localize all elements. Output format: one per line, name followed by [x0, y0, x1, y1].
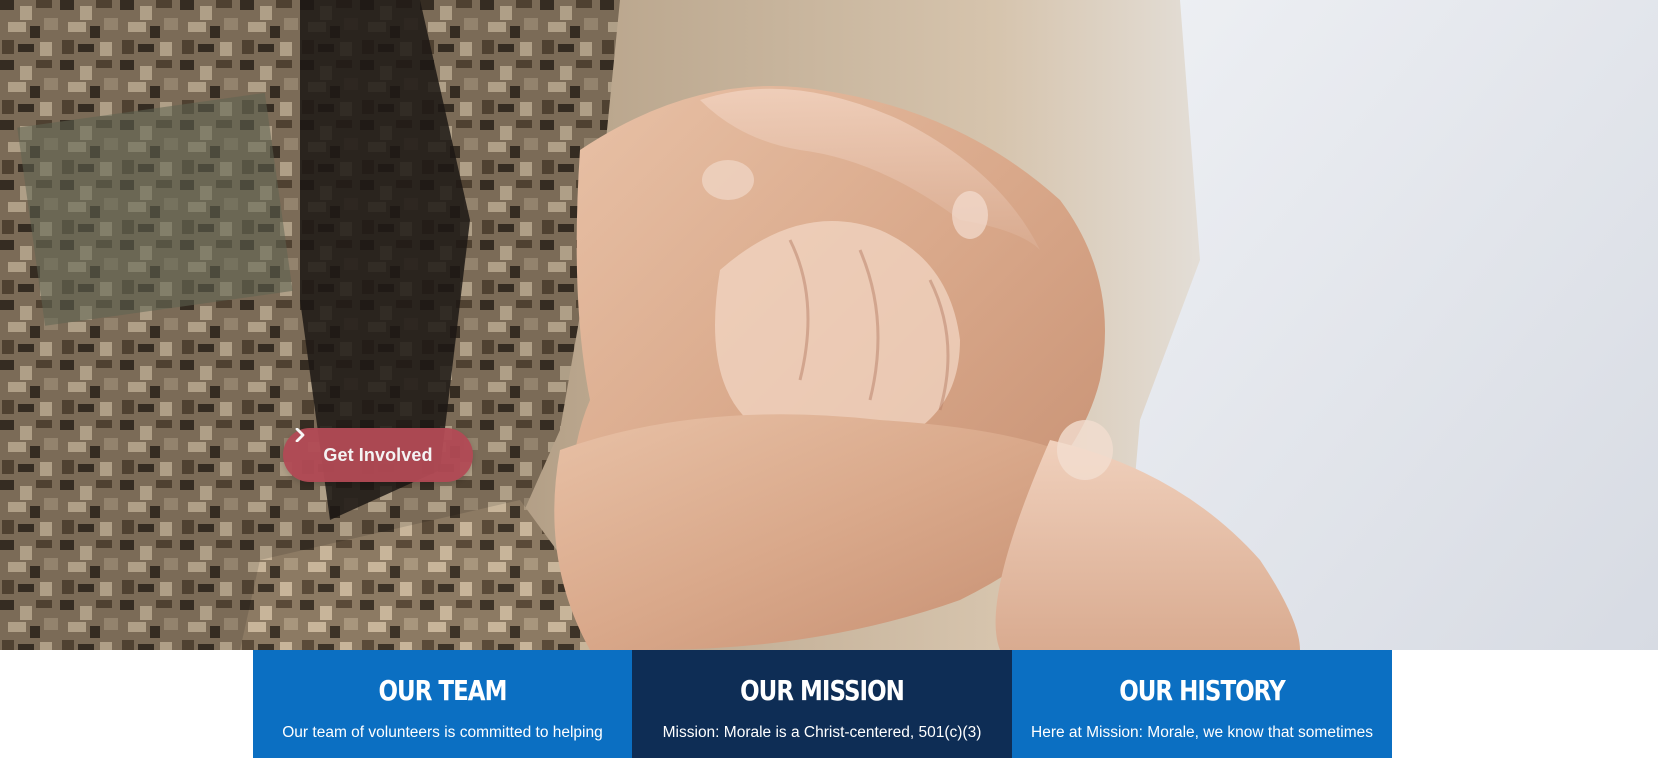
hero-section: Get Involved — [0, 0, 1658, 650]
card-our-history[interactable]: OUR HISTORY Here at Mission: Morale, we … — [1012, 650, 1392, 758]
card-title: OUR TEAM — [378, 674, 508, 707]
card-title: OUR HISTORY — [1119, 674, 1286, 707]
card-text: Our team of volunteers is committed to h… — [282, 724, 603, 741]
card-text: Here at Mission: Morale, we know that so… — [1031, 724, 1373, 741]
get-involved-label: Get Involved — [323, 444, 433, 465]
card-text: Mission: Morale is a Christ-centered, 50… — [662, 724, 982, 741]
hero-photo — [0, 0, 1658, 650]
get-involved-button[interactable]: Get Involved — [283, 428, 473, 482]
card-our-team[interactable]: OUR TEAM Our team of volunteers is commi… — [253, 650, 632, 758]
chevron-right-icon — [295, 428, 305, 442]
card-title: OUR MISSION — [740, 674, 905, 707]
card-our-mission[interactable]: OUR MISSION Mission: Morale is a Christ-… — [632, 650, 1012, 758]
info-cards: OUR TEAM Our team of volunteers is commi… — [253, 650, 1392, 758]
